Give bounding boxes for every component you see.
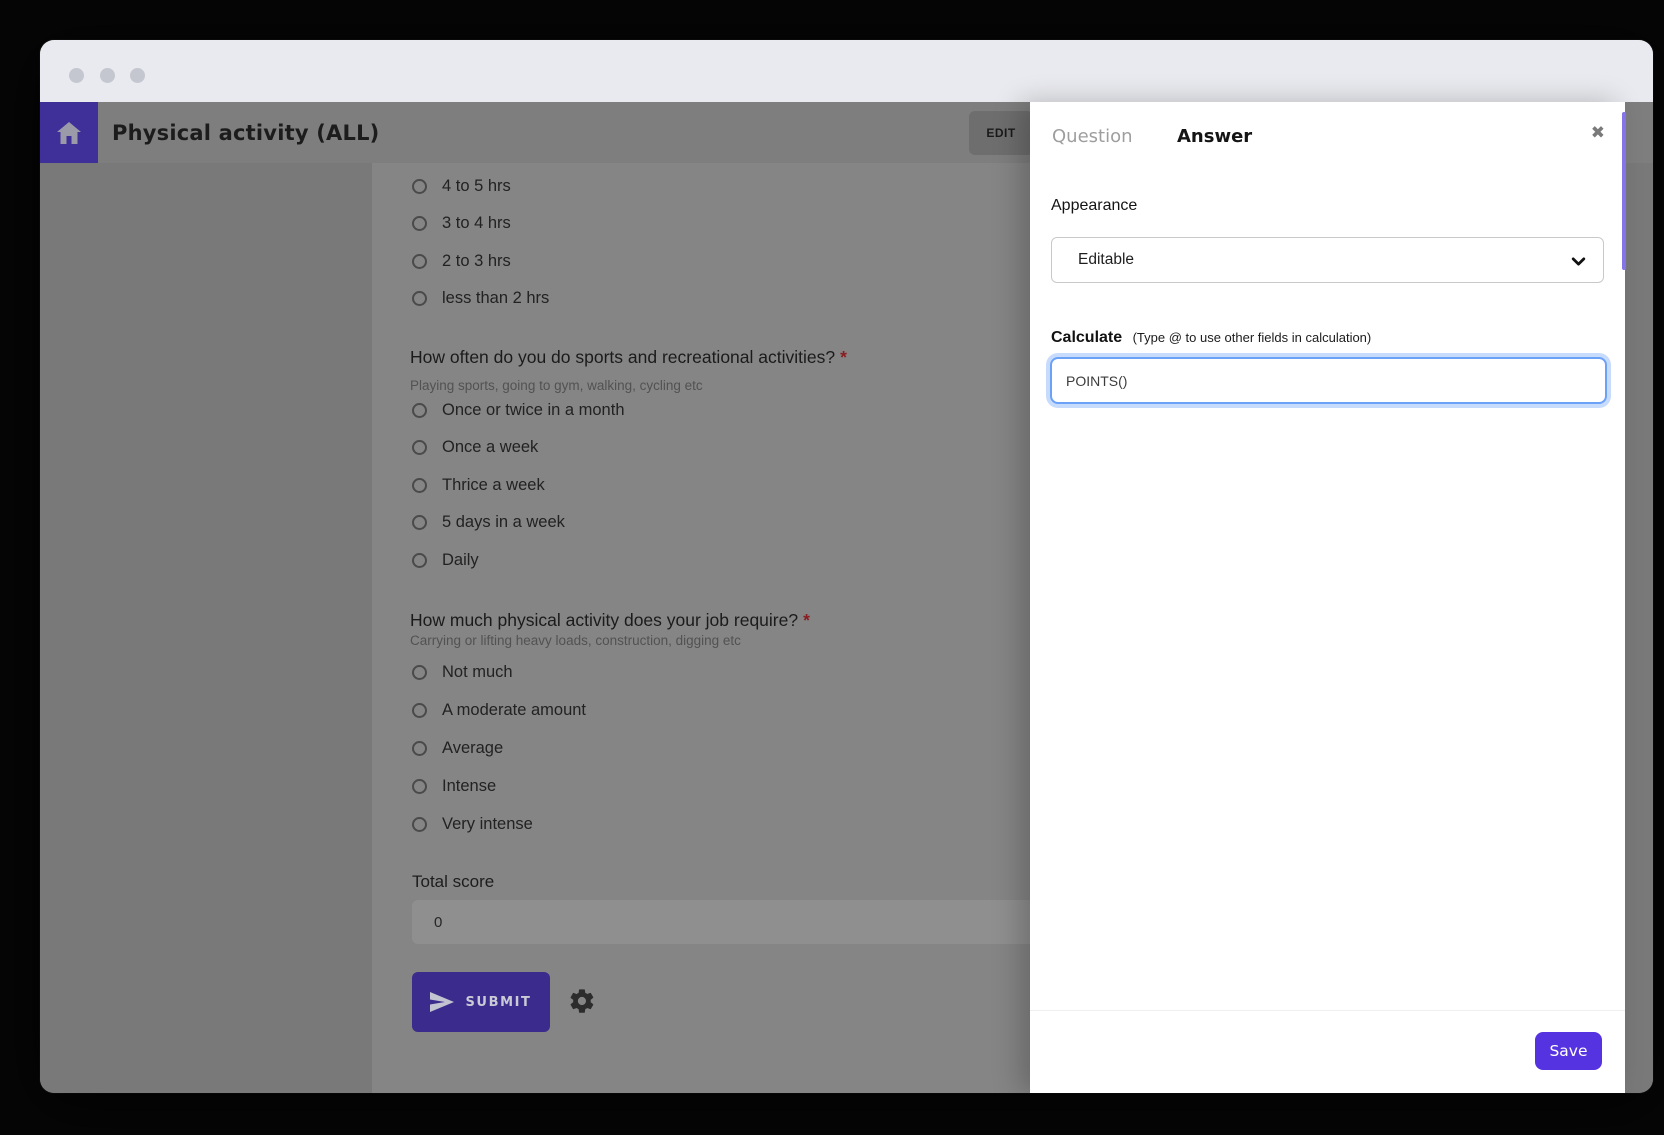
radio-group-job-intensity: Not much A moderate amount Average [412,660,586,850]
submit-label: SUBMIT [465,995,531,1010]
chevron-down-icon [1570,253,1587,270]
radio-button[interactable] [412,665,427,680]
radio-button[interactable] [412,703,427,718]
tab-answer[interactable]: Answer [1177,126,1252,147]
radio-option-row[interactable]: A moderate amount [412,698,586,722]
appearance-select[interactable]: Editable [1051,237,1604,283]
save-button[interactable]: Save [1535,1032,1602,1070]
radio-option-row[interactable]: less than 2 hrs [412,287,549,311]
footer-divider [1030,1010,1625,1011]
radio-option-label: Average [442,739,503,758]
settings-drawer: Question Answer ✖ Appearance Editable Ca… [1030,102,1625,1093]
radio-option-label: 4 to 5 hrs [442,177,511,196]
radio-button[interactable] [412,478,427,493]
browser-window: Physical activity (ALL) EDIT 4 to 5 hrs [40,40,1653,1093]
total-score-label: Total score [412,872,494,892]
radio-option-label: Not much [442,663,513,682]
radio-option-label: Intense [442,777,496,796]
radio-option-label: 2 to 3 hrs [442,252,511,271]
edit-button[interactable]: EDIT [969,111,1033,155]
scrollbar-thumb[interactable] [1622,112,1626,270]
question-title: How often do you do sports and recreatio… [410,347,847,368]
radio-option-label: A moderate amount [442,701,586,720]
radio-option-label: 5 days in a week [442,513,565,532]
radio-button[interactable] [412,216,427,231]
question-subtitle: Playing sports, going to gym, walking, c… [410,378,703,393]
tab-question[interactable]: Question [1052,126,1133,147]
radio-option-label: Thrice a week [442,476,545,495]
page-title: Physical activity (ALL) [112,102,379,163]
required-asterisk: * [840,347,847,367]
radio-button[interactable] [412,179,427,194]
radio-option-row[interactable]: Once a week [412,436,625,460]
radio-option-label: Very intense [442,815,533,834]
window-control-dot[interactable] [130,68,145,83]
calculate-label-row: Calculate (Type @ to use other fields in… [1051,329,1371,347]
radio-option-row[interactable]: Thrice a week [412,473,625,497]
radio-option-row[interactable]: 4 to 5 hrs [412,174,549,198]
send-icon [430,992,454,1012]
gear-icon [568,987,596,1015]
radio-option-row[interactable]: Once or twice in a month [412,398,625,422]
screenshot-canvas: Physical activity (ALL) EDIT 4 to 5 hrs [0,0,1664,1135]
radio-option-label: less than 2 hrs [442,289,549,308]
radio-button[interactable] [412,779,427,794]
radio-group-duration: 4 to 5 hrs 3 to 4 hrs 2 to 3 hrs [412,174,549,324]
radio-button[interactable] [412,254,427,269]
radio-option-row[interactable]: 5 days in a week [412,511,625,535]
radio-option-label: Once a week [442,438,538,457]
settings-gear-button[interactable] [568,987,596,1015]
question-subtitle: Carrying or lifting heavy loads, constru… [410,633,741,648]
radio-button[interactable] [412,440,427,455]
radio-button[interactable] [412,291,427,306]
radio-button[interactable] [412,553,427,568]
close-icon[interactable]: ✖ [1591,124,1605,141]
radio-option-row[interactable]: Very intense [412,812,586,836]
calculate-hint: (Type @ to use other fields in calculati… [1133,330,1372,345]
window-control-dot[interactable] [69,68,84,83]
appearance-label: Appearance [1051,197,1137,215]
radio-option-label: Once or twice in a month [442,401,625,420]
home-button[interactable] [40,102,98,163]
radio-option-row[interactable]: Not much [412,660,586,684]
radio-option-row[interactable]: 2 to 3 hrs [412,249,549,273]
radio-button[interactable] [412,403,427,418]
home-icon [57,122,81,144]
submit-button[interactable]: SUBMIT [412,972,550,1032]
window-titlebar [40,40,1653,102]
appearance-selected-value: Editable [1078,251,1134,269]
radio-button[interactable] [412,515,427,530]
required-asterisk: * [803,610,810,630]
calculate-input[interactable] [1050,357,1607,404]
question-title: How much physical activity does your job… [410,610,810,631]
radio-option-row[interactable]: Intense [412,774,586,798]
radio-button[interactable] [412,817,427,832]
window-control-dot[interactable] [100,68,115,83]
radio-option-label: 3 to 4 hrs [442,214,511,233]
radio-option-row[interactable]: 3 to 4 hrs [412,212,549,236]
radio-button[interactable] [412,741,427,756]
radio-group-frequency: Once or twice in a month Once a week Thr… [412,398,625,586]
radio-option-row[interactable]: Average [412,736,586,760]
calculate-label: Calculate [1051,329,1122,346]
radio-option-label: Daily [442,551,479,570]
radio-option-row[interactable]: Daily [412,548,625,572]
